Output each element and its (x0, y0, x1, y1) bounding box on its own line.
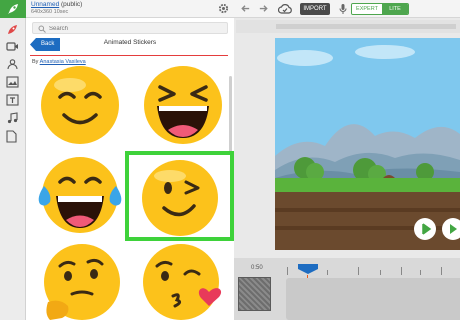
scene-thumbnail[interactable] (238, 277, 271, 311)
stage-toolbar (236, 20, 460, 33)
rocket-icon (8, 4, 18, 14)
stage-scroll-track[interactable] (276, 24, 456, 29)
play-button[interactable] (414, 218, 436, 240)
top-toolbar: Unnamed (public) 640x360 10sec IMPORT EX… (0, 0, 460, 18)
timeline-track[interactable] (286, 278, 460, 320)
sticker-kissing-heart-face[interactable] (133, 240, 233, 320)
play-next-icon (450, 224, 457, 234)
ruler-tick (327, 270, 328, 275)
search-input[interactable] (49, 24, 219, 33)
sticker-laughing-squint-face[interactable] (133, 60, 233, 146)
video-camera-icon[interactable] (6, 41, 19, 52)
ruler-tick (401, 267, 402, 275)
sticker-smiling-face[interactable] (30, 60, 130, 146)
text-icon[interactable] (6, 94, 19, 106)
ruler-tick (420, 270, 421, 275)
app-logo[interactable] (0, 0, 26, 18)
redo-icon[interactable] (258, 3, 269, 14)
sticker-winking-face[interactable] (130, 156, 230, 242)
import-button[interactable]: IMPORT (300, 3, 330, 15)
ruler-tick (380, 270, 381, 275)
time-label: 0:50 (251, 265, 263, 271)
tool-rail (0, 18, 26, 320)
mode-expert-option[interactable]: EXPERT (352, 4, 382, 14)
ruler-tick (441, 267, 442, 275)
undo-icon[interactable] (240, 3, 251, 14)
gear-icon[interactable] (218, 3, 229, 14)
sticker-thinking-face[interactable] (30, 240, 130, 320)
ruler-tick (287, 267, 288, 275)
people-icon[interactable] (6, 58, 19, 70)
sticker-icon[interactable] (6, 23, 19, 36)
document-icon[interactable] (6, 130, 17, 143)
project-name-link[interactable]: Unnamed (31, 1, 59, 8)
project-visibility: (public) (61, 1, 83, 8)
section-divider (30, 55, 228, 56)
playhead-handle[interactable] (297, 263, 319, 275)
ruler-tick (358, 267, 359, 275)
video-preview[interactable] (275, 38, 460, 250)
search-icon (38, 25, 46, 33)
search-box[interactable] (32, 22, 228, 34)
microphone-icon[interactable] (339, 3, 347, 15)
section-title: Animated Stickers (103, 39, 157, 46)
play-icon (422, 223, 432, 235)
next-button[interactable] (442, 218, 460, 240)
mode-toggle[interactable]: EXPERT LITE (351, 3, 409, 15)
project-meta: 640x360 10sec (31, 9, 69, 15)
cloud-sync-icon[interactable] (278, 3, 292, 15)
sticker-tears-of-joy-face[interactable] (30, 152, 130, 238)
project-info: Unnamed (public) 640x360 10sec (31, 1, 82, 16)
image-icon[interactable] (6, 76, 19, 88)
music-icon[interactable] (6, 112, 19, 124)
mode-lite-option[interactable]: LITE (382, 4, 408, 14)
